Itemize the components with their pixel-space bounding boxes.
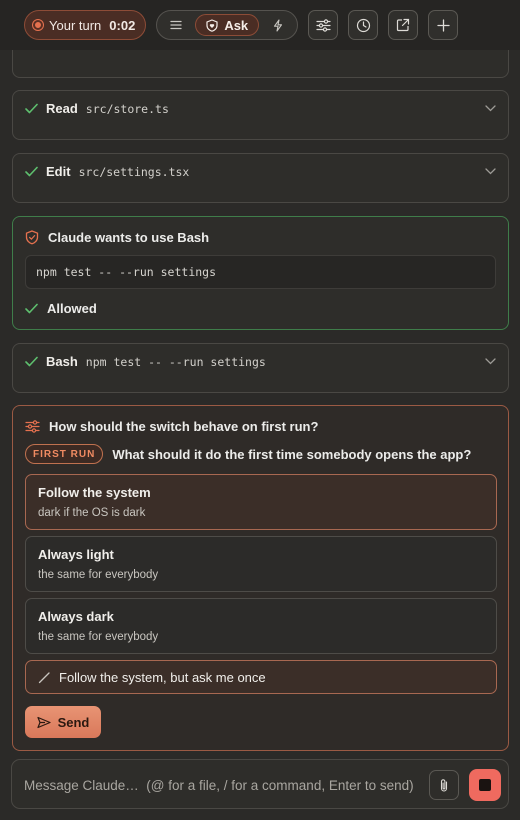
tool-verb: Read [46,101,78,116]
permission-title-text: Claude wants to use Bash [48,230,210,245]
question-prompt: FIRST RUN What should it do the first ti… [25,444,471,464]
chevron-down-icon[interactable] [485,168,496,175]
send-icon [36,716,51,728]
permission-status: Allowed [25,301,97,316]
plus-icon [437,18,450,32]
option-always-dark[interactable]: Always dark the same for everybody [25,598,497,654]
permission-card: Claude wants to use Bash npm test -- --r… [12,216,509,330]
ask-mode-button[interactable]: Ask [195,14,260,36]
sliders-icon [25,420,40,433]
permission-status-text: Allowed [47,301,97,316]
auto-mode-button[interactable] [265,13,291,37]
option-follow-system[interactable]: Follow the system dark if the OS is dark [25,474,497,530]
tool-argument: src/store.ts [85,101,169,116]
option-label: Always dark [38,609,114,624]
tool-call-row: Read src/store.ts [25,101,496,116]
send-label: Send [57,714,90,730]
tool-verb: Bash [46,354,78,369]
turn-indicator: Your turn 0:02 [24,10,147,40]
mode-selector: Ask [156,10,299,40]
turn-label: Your turn [49,17,102,33]
turn-status-dot [33,20,43,30]
permission-title: Claude wants to use Bash [25,230,209,245]
chevron-down-icon[interactable] [485,358,496,365]
option-description: dark if the OS is dark [38,507,146,519]
tool-call-read[interactable]: Read src/store.ts [12,90,509,140]
lightning-icon [274,18,283,32]
shield-heart-icon [206,18,218,32]
option-label: Follow the system [38,485,151,500]
question-title-text: How should the switch behave on first ru… [49,419,319,434]
tool-call-row: Edit src/settings.tsx [25,164,496,179]
message-composer [11,759,509,809]
permission-command: npm test -- --run settings [25,255,496,289]
stop-icon [479,779,491,791]
sliders-icon [316,18,331,32]
new-session-button[interactable] [428,10,459,40]
attach-button[interactable] [429,770,459,800]
first-run-badge: FIRST RUN [25,444,104,464]
tool-call-row: Bash npm test -- --run settings [25,354,496,369]
tool-call-edit[interactable]: Edit src/settings.tsx [12,153,509,203]
option-label: Always light [38,547,114,562]
option-always-light[interactable]: Always light the same for everybody [25,536,497,592]
check-icon [25,356,38,367]
tool-verb: Edit [46,164,71,179]
option-description: the same for everybody [38,631,159,643]
question-card: How should the switch behave on first ru… [12,405,509,751]
ask-mode-label: Ask [224,17,249,33]
check-icon [25,166,38,177]
pencil-icon [38,671,51,684]
chevron-down-icon[interactable] [485,105,496,112]
question-title: How should the switch behave on first ru… [25,419,318,434]
tool-call-bash[interactable]: Bash npm test -- --run settings [12,343,509,393]
paperclip-icon [440,778,448,792]
message-input[interactable] [24,774,424,796]
send-answer-button[interactable]: Send [25,706,101,738]
tool-argument: src/settings.tsx [78,164,190,179]
top-toolbar: Your turn 0:02 Ask [0,0,520,50]
open-external-icon [397,18,410,32]
list-icon [170,20,182,30]
tool-argument: npm test -- --run settings [85,354,266,369]
custom-answer-text: Follow the system, but ask me once [59,669,266,685]
turn-timer: 0:02 [109,17,136,33]
check-icon [25,303,38,314]
stop-button[interactable] [469,769,501,801]
question-prompt-text: What should it do the first time somebod… [112,446,472,462]
shield-icon [25,230,39,245]
custom-answer-field[interactable]: Follow the system, but ask me once [25,660,497,694]
list-mode-button[interactable] [163,13,189,37]
history-button[interactable] [348,10,379,40]
option-description: the same for everybody [38,569,159,581]
open-external-button[interactable] [388,10,419,40]
check-icon [25,103,38,114]
history-icon [356,18,370,32]
settings-button[interactable] [308,10,339,40]
